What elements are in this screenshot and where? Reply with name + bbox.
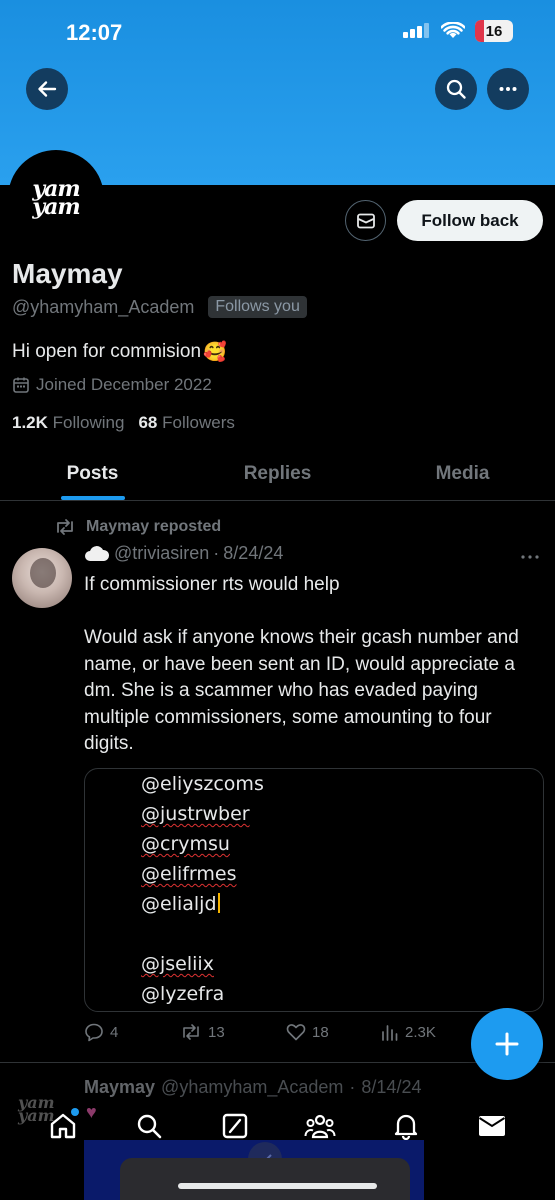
tab-posts[interactable]: Posts — [0, 448, 185, 500]
profile-display-name: Maymay — [12, 258, 123, 289]
yamyam-logo: yam yam — [32, 176, 80, 220]
views-chart-icon — [382, 1025, 398, 1041]
post-more-button[interactable] — [520, 545, 540, 566]
more-horizontal-icon — [521, 555, 539, 559]
post-author-avatar[interactable] — [12, 548, 72, 608]
media-line: @justrwber — [141, 803, 250, 825]
wifi-icon — [441, 22, 465, 38]
repost-label: Maymay reposted — [86, 518, 222, 535]
view-count: 2.3K — [405, 1023, 436, 1041]
next-post-name: Maymay — [84, 1077, 156, 1097]
more-options-button[interactable] — [487, 68, 529, 110]
post-separator: · — [213, 543, 220, 563]
next-post-date: 8/14/24 — [361, 1077, 422, 1097]
plus-icon — [495, 1032, 519, 1056]
next-post-header: Maymay @yhamyham_Academ · 8/14/24 — [84, 1077, 421, 1098]
profile-bio: Hi open for commision 🥰 — [12, 340, 227, 364]
follow-back-button[interactable]: Follow back — [397, 200, 543, 241]
nav-communities[interactable] — [300, 1106, 340, 1146]
repost-indicator: Maymay reposted — [54, 518, 221, 536]
post-divider — [0, 1062, 555, 1063]
reply-count: 4 — [110, 1023, 119, 1041]
profile-avatar[interactable]: yam yam — [8, 150, 104, 246]
profile-handle: @yhamyham_Academ — [12, 296, 195, 317]
media-line: @elifrmes — [141, 863, 237, 885]
media-line: @jseliix — [141, 953, 214, 975]
media-line: @elialjd — [141, 893, 220, 915]
profile-tabs: Posts Replies Media — [0, 448, 555, 501]
repost-button[interactable]: 13 — [180, 1023, 286, 1041]
nav-grok[interactable] — [215, 1106, 255, 1146]
joined-text: Joined December 2022 — [36, 375, 212, 394]
message-button[interactable] — [345, 200, 386, 241]
text-caret — [217, 893, 220, 913]
cellular-signal-icon — [403, 23, 429, 38]
follow-stats: 1.2K Following 68 Followers — [12, 413, 235, 433]
bottom-sheet — [120, 1158, 410, 1200]
post-author-handle[interactable]: @triviasiren — [114, 543, 209, 564]
bell-icon — [395, 1114, 418, 1140]
repost-icon — [183, 1024, 199, 1040]
like-button[interactable]: 18 — [286, 1023, 381, 1041]
like-count: 18 — [312, 1023, 329, 1041]
heart-icon — [286, 1024, 306, 1041]
post-actions: 4 13 18 2.3K — [84, 1022, 484, 1042]
envelope-icon — [356, 213, 375, 228]
battery-indicator: 16 — [475, 20, 513, 42]
media-line: @crymsu — [141, 833, 230, 855]
follows-you-badge: Follows you — [208, 296, 307, 318]
bio-emoji: 🥰 — [203, 342, 227, 363]
tab-replies[interactable]: Replies — [185, 448, 370, 500]
views-button[interactable]: 2.3K — [381, 1023, 436, 1041]
repost-icon — [57, 519, 73, 535]
back-button[interactable] — [26, 68, 68, 110]
post-date: 8/24/24 — [223, 543, 284, 563]
media-line: @lyzefra — [141, 983, 225, 1005]
joined-date: Joined December 2022 — [12, 375, 212, 395]
arrow-left-icon — [38, 81, 57, 97]
repost-count: 13 — [208, 1023, 225, 1041]
post-text: If commissioner rts would help Would ask… — [84, 574, 519, 754]
people-icon — [304, 1114, 336, 1139]
post-header: @triviasiren · 8/24/24 — [84, 543, 283, 564]
calendar-icon — [13, 377, 29, 393]
post-media-image[interactable]: @eliyszcoms @justrwber @crymsu @elifrmes… — [84, 768, 544, 1012]
nav-search[interactable] — [129, 1106, 169, 1146]
compose-button[interactable] — [471, 1008, 543, 1080]
tab-media[interactable]: Media — [370, 448, 555, 500]
envelope-icon — [479, 1116, 506, 1136]
media-line: @eliyszcoms — [141, 773, 264, 795]
status-time: 12:07 — [66, 20, 123, 45]
home-indicator[interactable] — [178, 1183, 377, 1189]
search-icon — [137, 1114, 162, 1139]
nav-home[interactable] — [43, 1106, 83, 1146]
search-button[interactable] — [435, 68, 477, 110]
bio-text: Hi open for commision — [12, 341, 202, 362]
grok-icon — [222, 1113, 247, 1139]
following-stat[interactable]: 1.2K Following — [12, 413, 124, 433]
search-icon — [446, 79, 466, 99]
nav-messages[interactable] — [472, 1106, 512, 1146]
status-icons: 16 — [403, 20, 513, 42]
reply-icon — [85, 1023, 103, 1042]
next-post-handle: @yhamyham_Academ — [161, 1077, 344, 1097]
followers-stat[interactable]: 68 Followers — [138, 413, 234, 433]
cloud-icon — [85, 545, 110, 561]
more-horizontal-icon — [499, 87, 517, 91]
profile-handle-row: @yhamyham_Academ Follows you — [12, 296, 307, 318]
notification-dot — [70, 1108, 79, 1116]
next-post-separator: · — [349, 1077, 356, 1097]
reply-button[interactable]: 4 — [84, 1022, 180, 1042]
bottom-navigation — [0, 1096, 555, 1156]
nav-notifications[interactable] — [386, 1106, 426, 1146]
